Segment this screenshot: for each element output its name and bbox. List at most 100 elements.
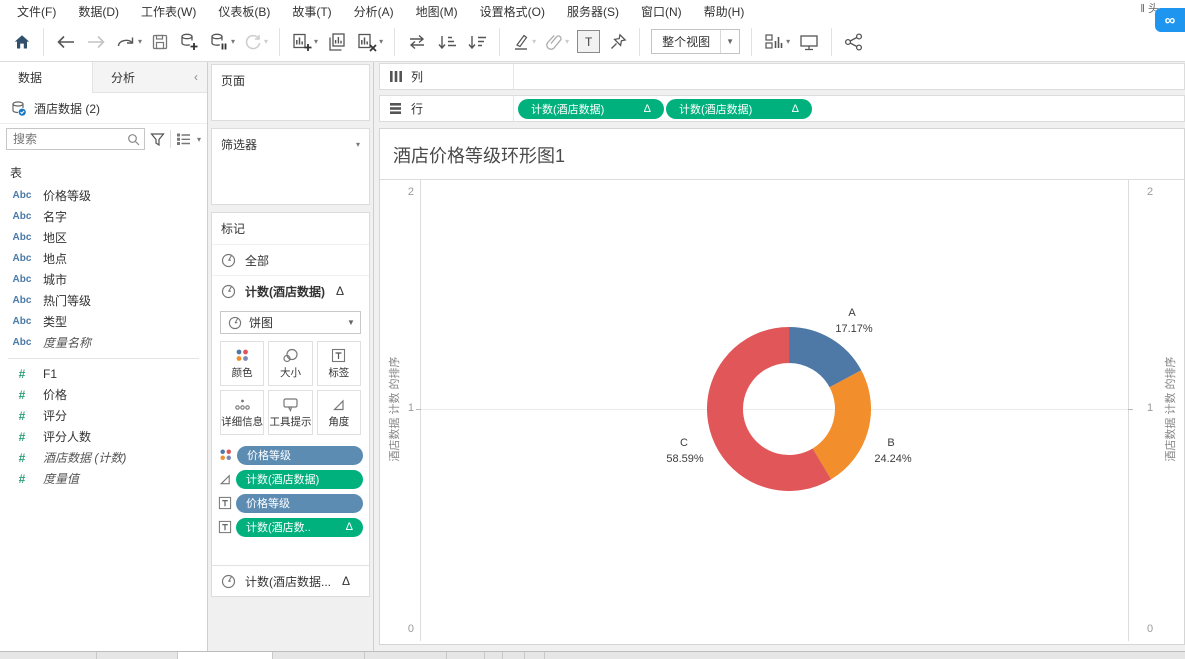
menu-worksheet[interactable]: 工作表(W) xyxy=(130,1,207,22)
label-category-c: C xyxy=(680,437,688,449)
fit-selector[interactable]: 整个视图 ▼ xyxy=(651,29,741,54)
menu-dashboard[interactable]: 仪表板(B) xyxy=(207,1,281,22)
label-button[interactable]: 标签 xyxy=(316,341,361,386)
clear-sheet-button[interactable]: ▾ xyxy=(352,28,387,56)
menu-server[interactable]: 服务器(S) xyxy=(556,1,630,22)
field-measure-values[interactable]: # 度量值 xyxy=(0,468,207,489)
marks-tab-count-hotel[interactable]: 计数(酒店数据) Δ xyxy=(212,275,369,306)
menu-file[interactable]: 文件(F) xyxy=(6,1,67,22)
new-worksheet-button[interactable]: ▾ xyxy=(287,28,322,56)
presentation-mode-button[interactable] xyxy=(794,28,824,56)
rows-pill-count-hotel-1[interactable]: 计数(酒店数据) Δ xyxy=(518,98,664,119)
field-rating-count[interactable]: # 评分人数 xyxy=(0,426,207,447)
pill-label-price-level[interactable]: 价格等级 xyxy=(236,493,363,513)
overlay-infinity-badge[interactable]: ∞ xyxy=(1155,8,1185,32)
pause-updates-button[interactable]: ▾ xyxy=(204,28,239,56)
show-cards-button[interactable]: ▾ xyxy=(759,28,794,56)
filters-card-label: 筛选器 xyxy=(221,138,258,152)
sort-descending-button[interactable] xyxy=(462,28,492,56)
share-button[interactable] xyxy=(839,28,869,56)
pin-button[interactable] xyxy=(604,28,632,56)
columns-shelf[interactable]: 列 xyxy=(379,63,1185,90)
text-field-icon: Abc xyxy=(12,211,32,222)
mark-type-select[interactable]: 饼图 ▼ xyxy=(220,311,361,334)
field-rating[interactable]: # 评分 xyxy=(0,405,207,426)
show-labels-toggle[interactable]: T xyxy=(573,28,604,56)
right-axis[interactable]: 2 1 0 酒店数据 计数 的排序 xyxy=(1127,179,1185,644)
new-datasource-button[interactable] xyxy=(174,28,204,56)
angle-button[interactable]: 角度 xyxy=(316,390,361,435)
field-measure-names[interactable]: Abc 度量名称 xyxy=(0,332,207,353)
home-button[interactable] xyxy=(8,28,36,56)
marks-tab-all[interactable]: 全部 xyxy=(212,244,369,275)
refresh-button[interactable]: ▾ xyxy=(239,28,272,56)
menu-format[interactable]: 设置格式(O) xyxy=(469,1,556,22)
field-type[interactable]: Abc 类型 xyxy=(0,311,207,332)
menu-window[interactable]: 窗口(N) xyxy=(630,1,693,22)
menu-analysis[interactable]: 分析(A) xyxy=(343,1,405,22)
highlight-button[interactable]: ▾ xyxy=(507,28,540,56)
tooltip-button[interactable]: 工具提示 xyxy=(268,390,313,435)
search-input[interactable] xyxy=(11,131,127,147)
home-icon xyxy=(14,34,30,48)
field-region[interactable]: Abc 地区 xyxy=(0,227,207,248)
menu-story[interactable]: 故事(T) xyxy=(281,1,342,22)
pill-label-count-hotel[interactable]: 计数(酒店数.. Δ xyxy=(236,517,363,537)
field-f1[interactable]: # F1 xyxy=(0,363,207,384)
save-button[interactable] xyxy=(146,28,174,56)
view-options-icon[interactable] xyxy=(176,132,191,146)
forward-button[interactable] xyxy=(81,28,111,56)
field-name[interactable]: Abc 名字 xyxy=(0,206,207,227)
field-popularity[interactable]: Abc 热门等级 xyxy=(0,290,207,311)
sort-ascending-button[interactable] xyxy=(432,28,462,56)
search-input-wrap[interactable] xyxy=(6,128,145,150)
back-button[interactable] xyxy=(51,28,81,56)
view-options-caret-icon[interactable]: ▾ xyxy=(197,135,201,144)
field-hotel-count[interactable]: # 酒店数据 (计数) xyxy=(0,447,207,468)
marks-tab-count-hotel-2[interactable]: 计数(酒店数据... Δ xyxy=(212,565,369,596)
bottom-tab-strip[interactable] xyxy=(0,651,1185,659)
table-calc-delta-icon: Δ xyxy=(336,284,345,298)
fit-selector-caret-icon[interactable]: ▼ xyxy=(720,30,739,53)
size-button[interactable]: 大小 xyxy=(268,341,313,386)
pill-angle-count-hotel[interactable]: 计数(酒店数据) xyxy=(236,469,363,489)
field-price-level[interactable]: Abc 价格等级 xyxy=(0,185,207,206)
clear-sheet-icon xyxy=(358,33,377,52)
redo-button[interactable]: ▾ xyxy=(111,28,146,56)
filter-fields-icon[interactable] xyxy=(150,132,165,147)
size-icon xyxy=(283,348,299,362)
rows-shelf[interactable]: 行 计数(酒店数据) Δ 计数(酒店数据) Δ xyxy=(379,95,1185,122)
field-location[interactable]: Abc 地点 xyxy=(0,248,207,269)
field-city[interactable]: Abc 城市 xyxy=(0,269,207,290)
detail-button[interactable]: 详细信息 xyxy=(220,390,265,435)
field-price[interactable]: # 价格 xyxy=(0,384,207,405)
filters-card[interactable]: 筛选器 ▾ xyxy=(211,128,370,205)
menu-data[interactable]: 数据(D) xyxy=(67,1,130,22)
swap-axes-button[interactable] xyxy=(402,28,432,56)
pages-card[interactable]: 页面 xyxy=(211,64,370,121)
attach-button[interactable]: ▾ xyxy=(540,28,573,56)
tab-analytics[interactable]: 分析 xyxy=(92,62,185,93)
chart-pane[interactable]: A 17.17% B 24.24% C 58.59% xyxy=(416,179,1133,641)
worksheet-title-bar[interactable]: 酒店价格等级环形图1 xyxy=(380,129,1184,180)
swap-axes-icon xyxy=(410,34,425,49)
text-field-icon: Abc xyxy=(12,337,32,348)
rows-shelf-label: 行 xyxy=(411,102,424,116)
mark-type-caret-icon[interactable]: ▼ xyxy=(342,312,360,333)
filters-caret-icon[interactable]: ▾ xyxy=(356,140,360,149)
duplicate-sheet-button[interactable] xyxy=(322,28,352,56)
right-axis-tick-0: 0 xyxy=(1147,623,1154,635)
label-icon xyxy=(218,496,232,510)
presentation-mode-icon xyxy=(800,34,818,50)
menu-help[interactable]: 帮助(H) xyxy=(693,1,756,22)
color-button[interactable]: 颜色 xyxy=(220,341,265,386)
collapse-pane-button[interactable]: ‹ xyxy=(185,62,207,93)
datasource-item[interactable]: 酒店数据 (2) xyxy=(0,93,207,124)
refresh-icon xyxy=(245,34,261,49)
menu-map[interactable]: 地图(M) xyxy=(405,1,469,22)
rows-pill-count-hotel-2[interactable]: 计数(酒店数据) Δ xyxy=(666,98,812,119)
pill-color-price-level[interactable]: 价格等级 xyxy=(237,445,363,465)
left-axis[interactable]: 2 1 0 酒店数据 计数 的排序 xyxy=(380,179,420,644)
tab-data[interactable]: 数据 xyxy=(0,62,92,93)
fit-selector-value: 整个视图 xyxy=(662,35,711,49)
